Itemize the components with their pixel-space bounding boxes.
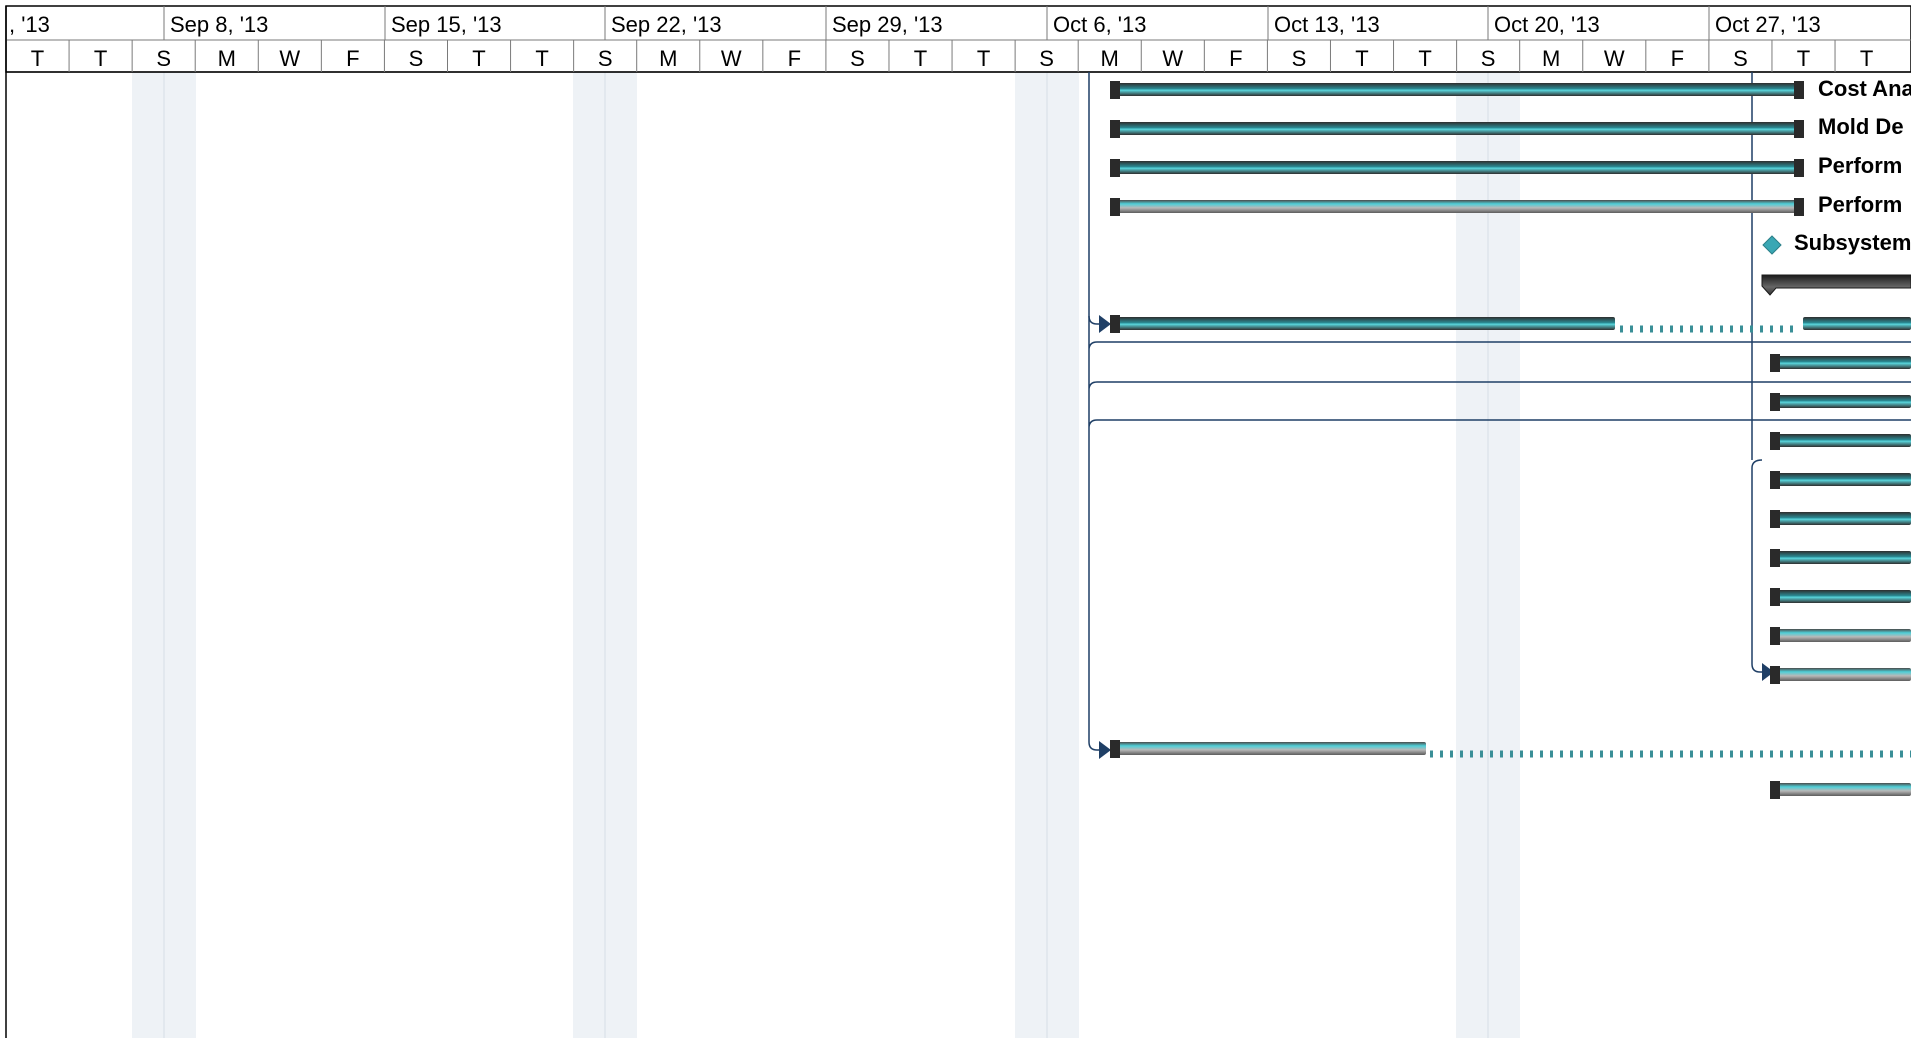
day-label: M [218, 46, 236, 71]
task-label: Cost Ana [1818, 76, 1911, 101]
day-label: T [94, 46, 107, 71]
task-bar[interactable] [1770, 588, 1911, 606]
week-label: Sep 15, '13 [391, 12, 502, 37]
task-label: Subsystem [1794, 230, 1911, 255]
day-label: W [279, 46, 300, 71]
task-bar[interactable] [1110, 740, 1426, 758]
day-label: T [31, 46, 44, 71]
day-label: F [1229, 46, 1242, 71]
day-label: F [346, 46, 359, 71]
gantt-chart[interactable]: , '13 Sep 8, '13 Sep 15, '13 Sep 22, '13… [0, 0, 1911, 1038]
week-label: Oct 13, '13 [1274, 12, 1380, 37]
day-label: W [1604, 46, 1625, 71]
summary-bar[interactable] [1761, 274, 1911, 296]
week-label: Sep 8, '13 [170, 12, 268, 37]
day-label: T [472, 46, 485, 71]
day-label: S [850, 46, 865, 71]
day-label: T [977, 46, 990, 71]
day-label: T [1860, 46, 1873, 71]
task-bar[interactable] [1770, 781, 1911, 799]
milestone-diamond-icon[interactable] [1762, 235, 1782, 255]
task-bar[interactable] [1770, 549, 1911, 567]
week-label: Sep 29, '13 [832, 12, 943, 37]
week-label: Oct 20, '13 [1494, 12, 1600, 37]
timescale-header [5, 5, 1911, 1038]
day-label: M [1101, 46, 1119, 71]
day-label: W [721, 46, 742, 71]
task-bar[interactable] [1770, 471, 1911, 489]
day-label: S [1039, 46, 1054, 71]
task-bar[interactable] [1770, 354, 1911, 372]
day-label: M [659, 46, 677, 71]
day-label: T [1355, 46, 1368, 71]
week-label: Oct 6, '13 [1053, 12, 1146, 37]
day-label: S [1292, 46, 1307, 71]
task-bar[interactable] [1770, 510, 1911, 528]
day-label: T [535, 46, 548, 71]
task-label: Perform [1818, 153, 1902, 178]
day-label: T [914, 46, 927, 71]
day-label: M [1542, 46, 1560, 71]
day-label: S [1481, 46, 1496, 71]
task-bar[interactable] [1770, 393, 1911, 411]
task-label: Mold De [1818, 114, 1904, 139]
task-bar[interactable] [1770, 432, 1911, 450]
task-bar[interactable] [1770, 666, 1911, 684]
task-labels: Cost Ana Mold De Perform Perform Subsyst… [1794, 76, 1911, 255]
week-label: Oct 27, '13 [1715, 12, 1821, 37]
task-bar[interactable] [1770, 627, 1911, 645]
weekend-shading [132, 72, 1520, 1038]
day-label: W [1162, 46, 1183, 71]
day-label: S [598, 46, 613, 71]
day-label: S [156, 46, 171, 71]
day-label: T [1418, 46, 1431, 71]
week-label-partial: , '13 [9, 12, 50, 37]
day-label: S [409, 46, 424, 71]
day-label: T [1797, 46, 1810, 71]
weekend-divider-lines [163, 72, 1489, 1038]
week-label: Sep 22, '13 [611, 12, 722, 37]
day-label: F [1671, 46, 1684, 71]
day-label: F [788, 46, 801, 71]
task-label: Perform [1818, 192, 1902, 217]
day-label: S [1733, 46, 1748, 71]
